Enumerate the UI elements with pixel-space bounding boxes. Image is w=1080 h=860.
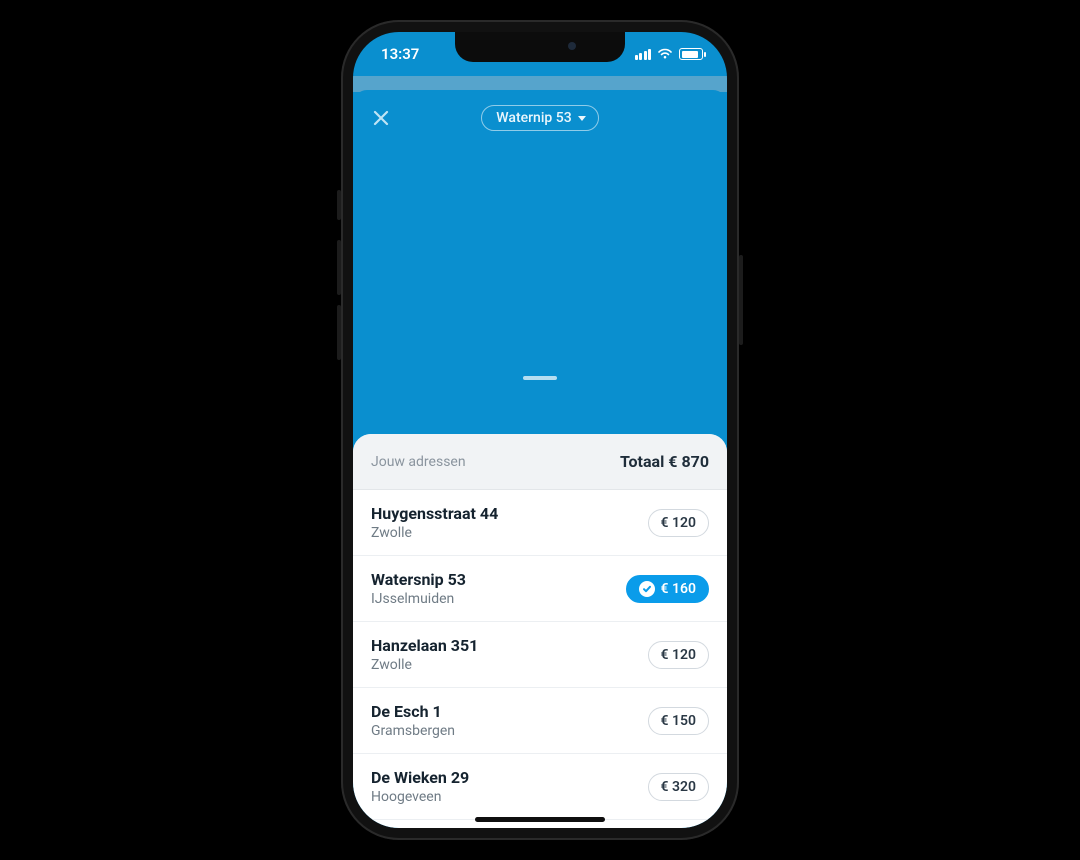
- modal-sheet: Waternip 53 Jouw adressen Totaal € 870: [353, 90, 727, 828]
- address-title: Hanzelaan 351: [371, 636, 478, 655]
- amount-badge[interactable]: € 320: [648, 773, 709, 801]
- status-indicators: [635, 48, 704, 60]
- sheet-header: Waternip 53: [353, 90, 727, 146]
- address-title: De Esch 1: [371, 702, 455, 721]
- side-button: [739, 255, 743, 345]
- grabber-wrap: [353, 376, 727, 390]
- close-button[interactable]: [367, 104, 395, 132]
- battery-icon: [679, 48, 703, 60]
- panel-total: Totaal € 870: [620, 452, 709, 471]
- address-list[interactable]: Huygensstraat 44 Zwolle € 120 Watersnip …: [353, 490, 727, 828]
- amount-badge-selected[interactable]: € 160: [626, 575, 709, 603]
- list-item[interactable]: Huygensstraat 44 Zwolle € 120: [353, 490, 727, 556]
- panel-label: Jouw adressen: [371, 454, 466, 470]
- wifi-icon: [657, 48, 673, 60]
- close-icon: [371, 108, 391, 128]
- status-time: 13:37: [381, 45, 419, 63]
- address-title: De Wieken 29: [371, 768, 469, 787]
- address-city: Gramsbergen: [371, 723, 455, 739]
- address-title: Huygensstraat 44: [371, 504, 498, 523]
- address-selector-label: Waternip 53: [496, 110, 571, 126]
- screen: 13:37: [353, 32, 727, 828]
- list-item[interactable]: De Wieken 29 Hoogeveen € 320: [353, 754, 727, 820]
- phone-frame: 13:37: [341, 20, 739, 840]
- chevron-down-icon: [578, 116, 586, 121]
- address-city: Hoogeveen: [371, 789, 469, 805]
- sheet-hero-area: [353, 146, 727, 376]
- address-city: Zwolle: [371, 525, 498, 541]
- address-title: Watersnip 53: [371, 570, 466, 589]
- home-indicator[interactable]: [475, 817, 605, 822]
- cellular-icon: [635, 49, 652, 60]
- amount-badge[interactable]: € 150: [648, 707, 709, 735]
- amount-badge[interactable]: € 120: [648, 509, 709, 537]
- address-selector-pill[interactable]: Waternip 53: [481, 105, 598, 131]
- address-city: Zwolle: [371, 657, 478, 673]
- address-city: IJsselmuiden: [371, 591, 466, 607]
- side-button: [337, 305, 341, 360]
- side-button: [337, 190, 341, 220]
- check-circle-icon: [639, 581, 655, 597]
- side-button: [337, 240, 341, 295]
- list-item[interactable]: De Esch 1 Gramsbergen € 150: [353, 688, 727, 754]
- notch: [455, 32, 625, 62]
- list-item[interactable]: Hanzelaan 351 Zwolle € 120: [353, 622, 727, 688]
- panel-header: Jouw adressen Totaal € 870: [353, 434, 727, 490]
- amount-badge[interactable]: € 120: [648, 641, 709, 669]
- drag-handle[interactable]: [523, 376, 557, 380]
- addresses-panel: Jouw adressen Totaal € 870 Huygensstraat…: [353, 434, 727, 828]
- list-item[interactable]: Watersnip 53 IJsselmuiden € 160: [353, 556, 727, 622]
